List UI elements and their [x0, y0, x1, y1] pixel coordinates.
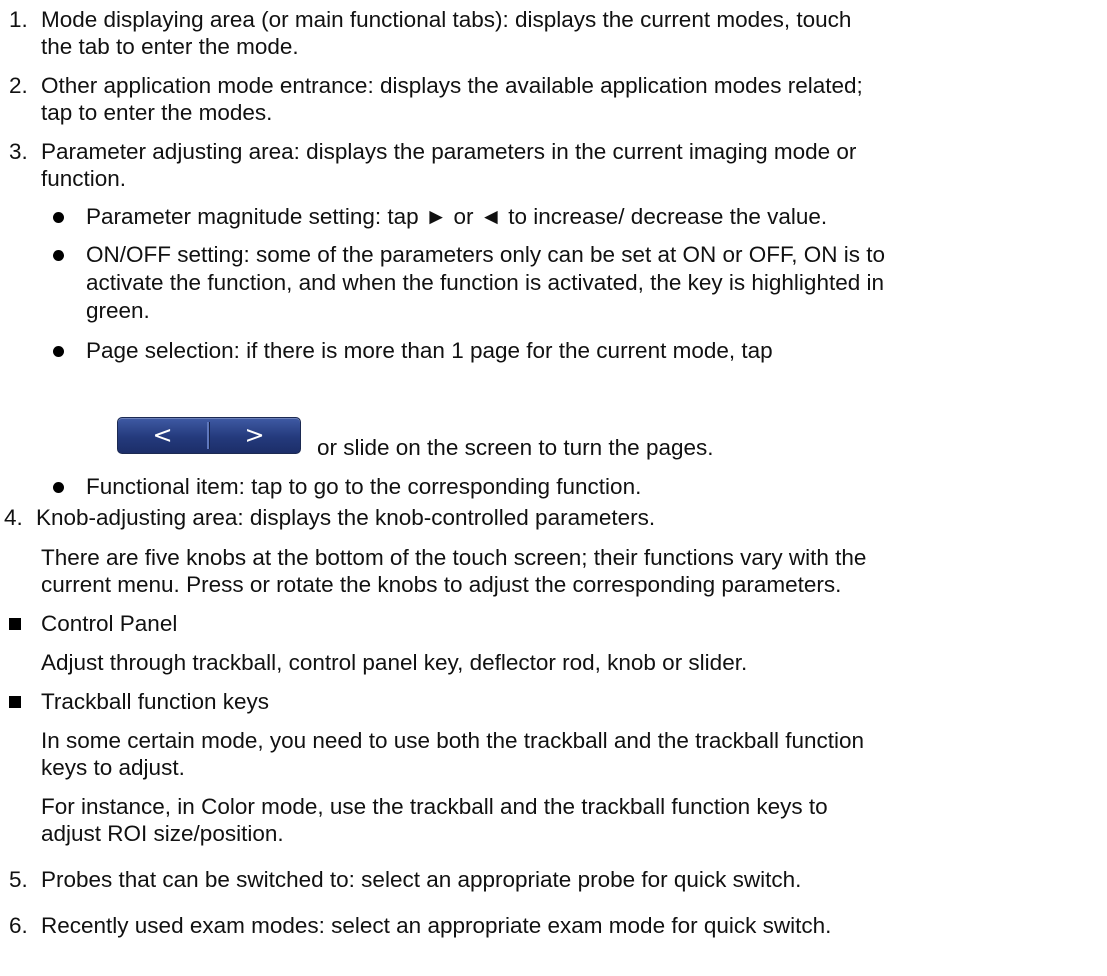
trackball-keys-heading: Trackball function keys [41, 689, 270, 714]
control-panel-heading: Control Panel [41, 611, 178, 636]
bullet-dot [53, 250, 64, 261]
square-bullet [9, 696, 21, 708]
item-number: 5. [9, 867, 28, 892]
bullet-page-line-1: Page selection: if there is more than 1 … [86, 338, 773, 363]
trackball-para-2-line-1: For instance, in Color mode, use the tra… [41, 794, 828, 819]
next-page-button[interactable]: > [210, 422, 299, 449]
bullet-onoff-line-2: activate the function, and when the func… [86, 270, 885, 295]
item-number: 6. [9, 913, 28, 938]
square-bullet [9, 618, 21, 630]
item-4-text: Knob-adjusting area: displays the knob-c… [36, 505, 656, 530]
previous-page-button[interactable]: < [118, 422, 207, 449]
bullet-onoff-line-3: green. [86, 298, 150, 323]
item-2-line-2: tap to enter the modes. [41, 100, 273, 125]
item-3-line-1: Parameter adjusting area: displays the p… [41, 139, 857, 164]
trackball-para-1-line-2: keys to adjust. [41, 755, 185, 780]
page-navigation-button[interactable]: < > [117, 417, 301, 454]
bullet-page-line-2: or slide on the screen to turn the pages… [317, 435, 714, 460]
bullet-dot [53, 346, 64, 357]
item-number: 3. [9, 139, 28, 164]
bullet-dot [53, 212, 64, 223]
trackball-para-1-line-1: In some certain mode, you need to use bo… [41, 728, 864, 753]
bullet-dot [53, 482, 64, 493]
item-4-para-line-1: There are five knobs at the bottom of th… [41, 545, 867, 570]
item-1-line-2: the tab to enter the mode. [41, 34, 299, 59]
trackball-para-2-line-2: adjust ROI size/position. [41, 821, 284, 846]
bullet-magnitude: Parameter magnitude setting: tap ► or ◄ … [86, 204, 828, 229]
item-1-line-1: Mode displaying area (or main functional… [41, 7, 852, 32]
item-number: 4. [4, 505, 23, 530]
item-3-line-2: function. [41, 166, 127, 191]
item-number: 1. [9, 7, 28, 32]
item-2-line-1: Other application mode entrance: display… [41, 73, 863, 98]
item-5-text: Probes that can be switched to: select a… [41, 867, 802, 892]
item-6-text: Recently used exam modes: select an appr… [41, 913, 832, 938]
item-4-para-line-2: current menu. Press or rotate the knobs … [41, 572, 842, 597]
item-number: 2. [9, 73, 28, 98]
bullet-onoff-line-1: ON/OFF setting: some of the parameters o… [86, 242, 886, 267]
control-panel-text: Adjust through trackball, control panel … [41, 650, 748, 675]
bullet-functional: Functional item: tap to go to the corres… [86, 474, 642, 499]
